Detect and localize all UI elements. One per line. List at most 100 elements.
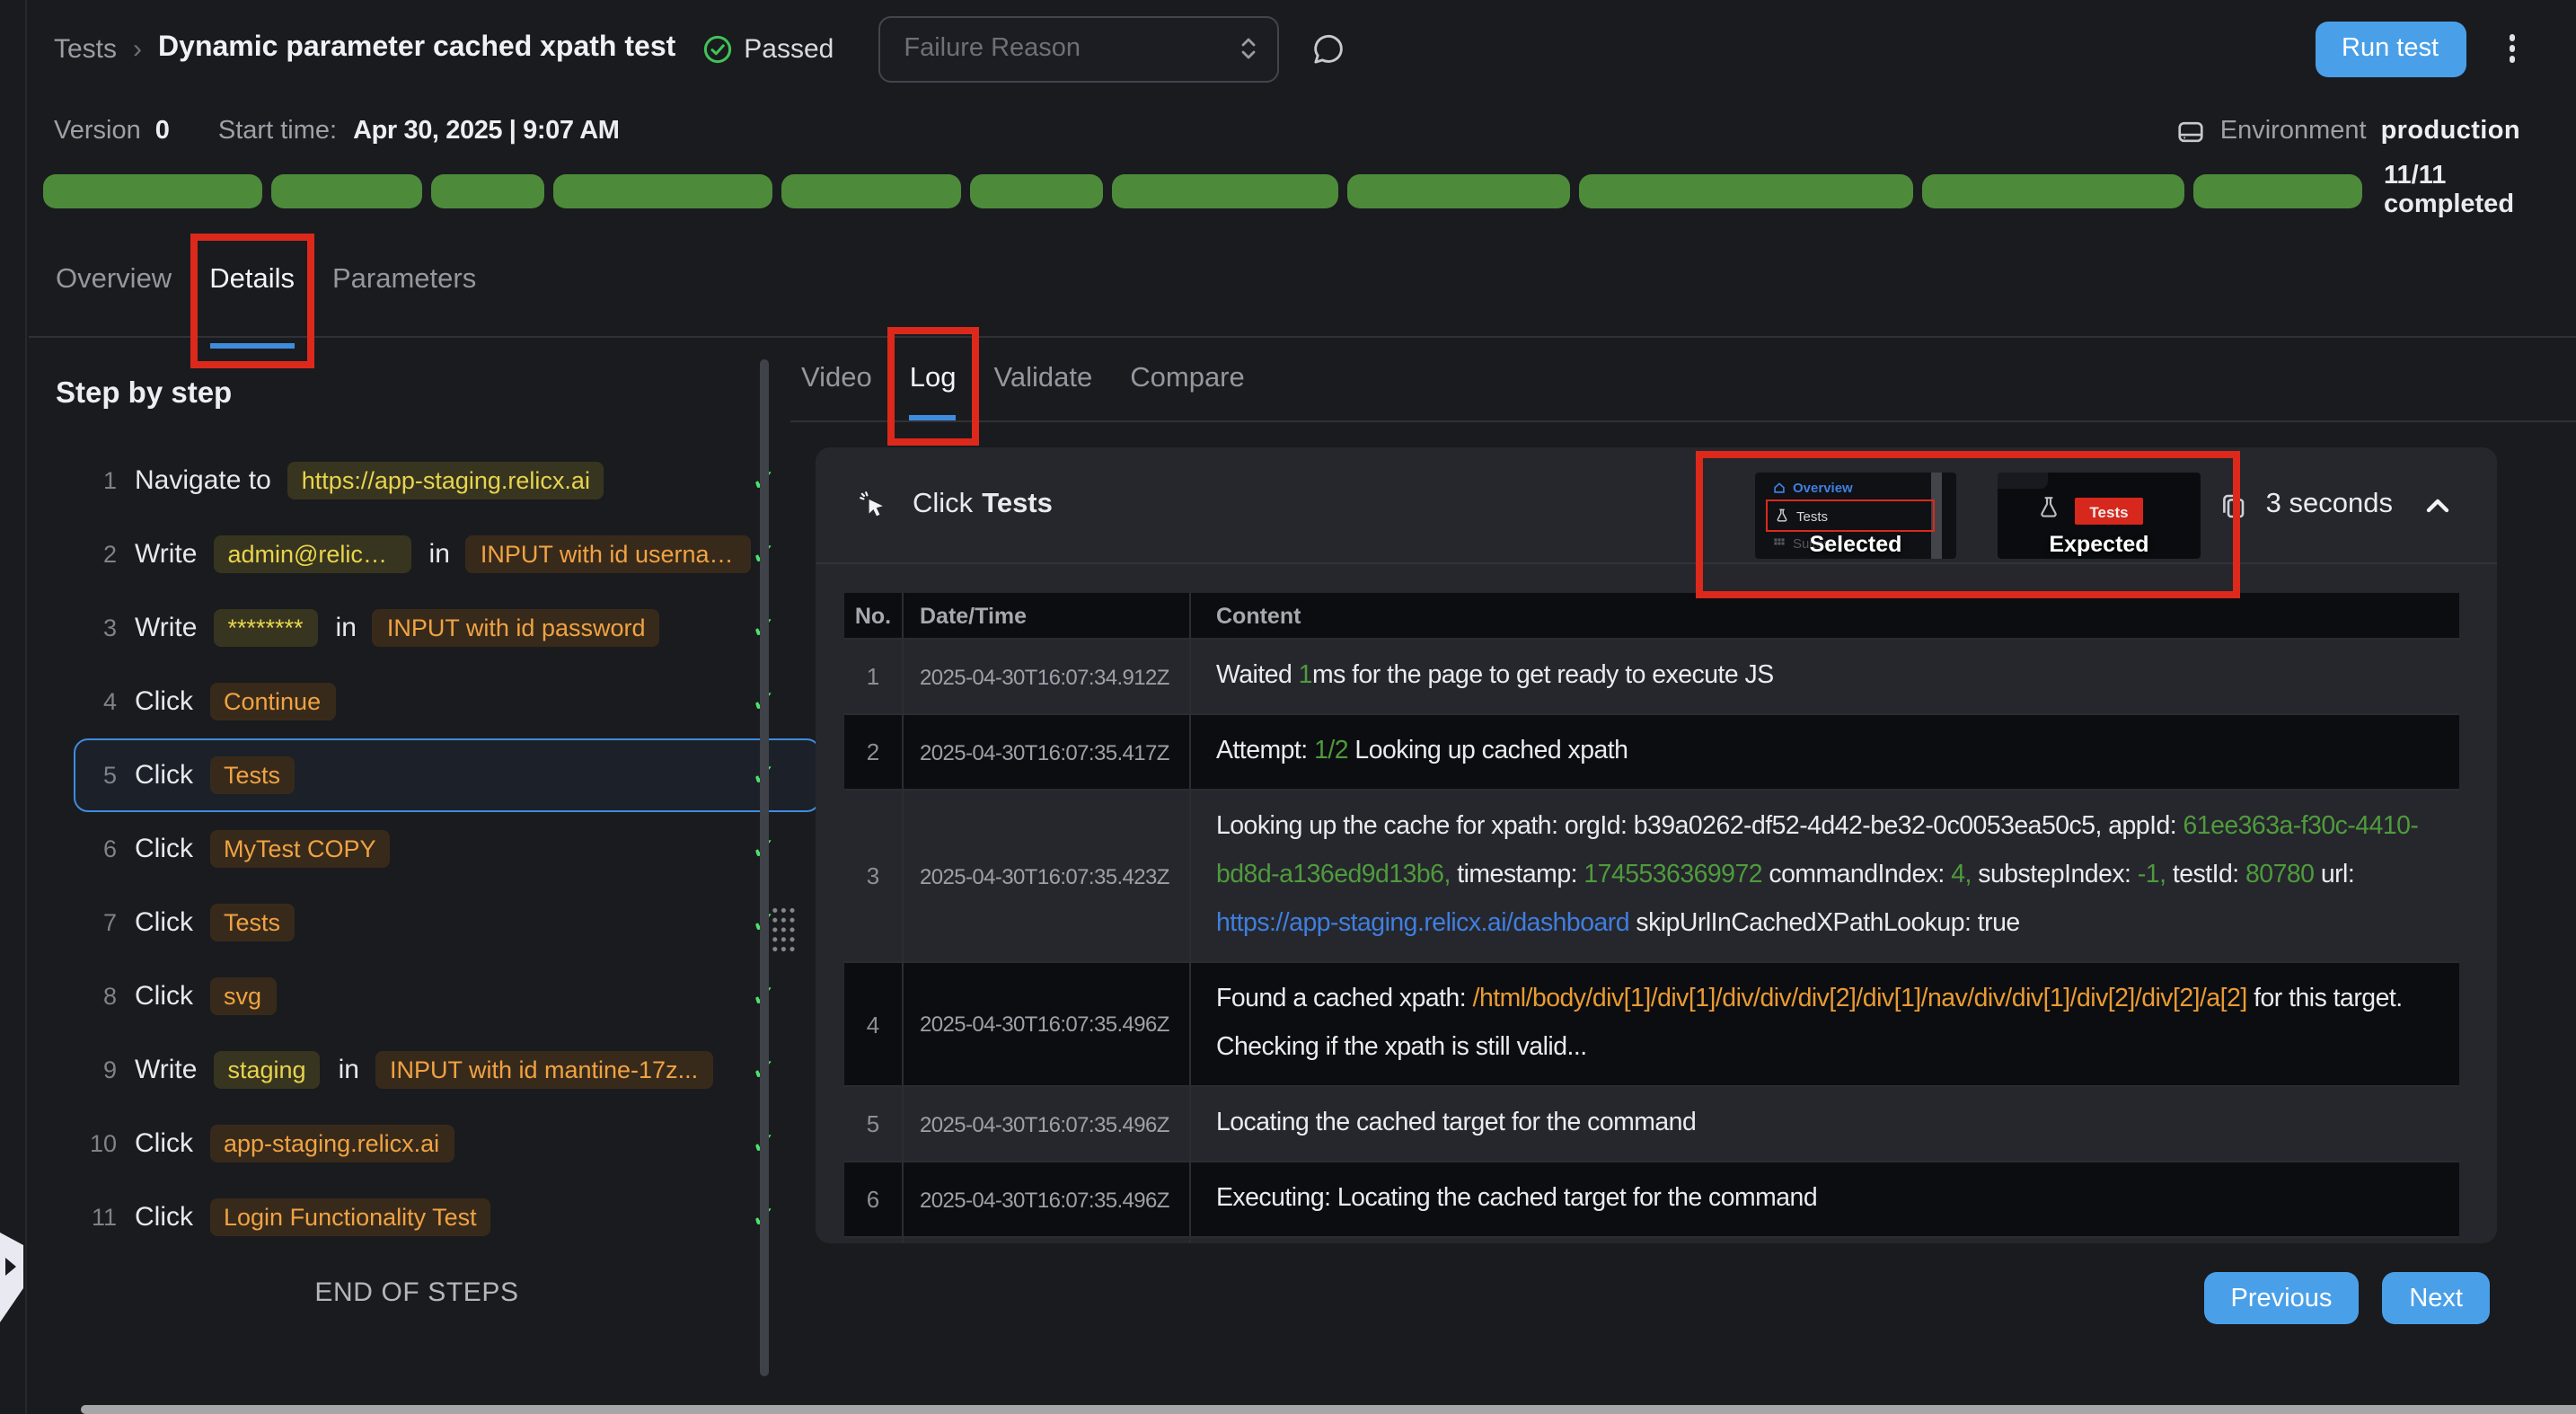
progress-segment-3[interactable] (431, 173, 544, 208)
chevron-up-icon[interactable] (2425, 497, 2450, 513)
step-number: 9 (90, 1056, 117, 1083)
step-item-2[interactable]: 2Writeadmin@relicx.aiinINPUT with id use… (74, 517, 821, 591)
command-target: Tests (982, 489, 1053, 521)
log-row-datetime: 2025-04-30T16:07:35.496Z (902, 963, 1189, 1085)
step-target-chip: INPUT with id password (373, 609, 660, 647)
failure-reason-select[interactable]: Failure Reason (878, 15, 1279, 82)
step-item-11[interactable]: 11ClickLogin Functionality Test✓ (74, 1180, 821, 1254)
log-row-datetime: 2025-04-30T16:07:35.753Z (902, 1238, 1189, 1243)
step-item-4[interactable]: 4ClickContinue✓ (74, 665, 821, 738)
log-row-4: 42025-04-30T16:07:35.496ZFound a cached … (844, 961, 2459, 1085)
mini-sidebar-tests-highlight: Tests (1766, 499, 1935, 532)
step-number: 4 (90, 688, 117, 715)
annotation-box-thumbnails: Overview Tests (1696, 451, 2240, 598)
log-row-1: 12025-04-30T16:07:34.912Z Waited 1ms for … (844, 638, 2459, 713)
log-row-content-text: Waited 1ms for the page to get ready to … (1216, 652, 1774, 701)
log-row-number: 3 (844, 791, 902, 961)
step-action-text: Click (135, 686, 193, 717)
tab-compare[interactable]: Compare (1130, 336, 1245, 420)
step-number: 5 (90, 762, 117, 789)
step-number: 8 (90, 983, 117, 1010)
step-item-5[interactable]: 5ClickTests✓ (74, 738, 821, 812)
previous-button[interactable]: Previous (2204, 1272, 2360, 1324)
expected-screenshot-thumbnail[interactable]: Tests Expected (1998, 473, 2201, 559)
click-cursor-icon (859, 490, 887, 519)
step-number: 6 (90, 835, 117, 862)
caret-right-icon (5, 1258, 16, 1276)
step-item-8[interactable]: 8Clicksvg✓ (74, 959, 821, 1033)
log-row-content: Found a cached xpath: /html/body/div[1]/… (1189, 963, 2459, 1085)
step-target-chip: Tests (209, 756, 295, 794)
progress-segment-7[interactable] (1112, 173, 1338, 208)
version-label: Version (54, 117, 141, 146)
step-item-6[interactable]: 6ClickMyTest COPY✓ (74, 812, 821, 886)
step-target-chip: svg (209, 977, 276, 1015)
log-row-datetime: 2025-04-30T16:07:35.417Z (902, 715, 1189, 789)
progress-segment-4[interactable] (553, 173, 772, 208)
step-number: 2 (90, 541, 117, 568)
column-header-content: Content (1189, 593, 2459, 638)
step-target-chip: app-staging.relicx.ai (209, 1125, 454, 1162)
progress-row: 11/11 completed (43, 172, 2558, 208)
step-action-text: Click (135, 1202, 193, 1233)
column-header-datetime: Date/Time (902, 593, 1189, 638)
tab-label: Details (209, 264, 295, 296)
log-row-number: 4 (844, 963, 902, 1085)
step-item-9[interactable]: 9WritestaginginINPUT with id mantine-17z… (74, 1033, 821, 1107)
log-card-header: Click Tests Overview (816, 447, 2497, 564)
tab-overview[interactable]: Overview (56, 252, 172, 349)
progress-segment-8[interactable] (1347, 173, 1570, 208)
log-table-header: No. Date/Time Content (844, 593, 2459, 638)
log-row-3: 32025-04-30T16:07:35.423ZLooking up the … (844, 789, 2459, 961)
log-row-content-text: Attempt: 1/2 Looking up cached xpath (1216, 728, 1628, 776)
tab-validate[interactable]: Validate (994, 336, 1093, 420)
progress-segment-6[interactable] (970, 173, 1103, 208)
tab-log[interactable]: Log (910, 336, 957, 420)
comment-button[interactable] (1310, 30, 1347, 67)
tab-details[interactable]: Details (209, 252, 295, 349)
steps-heading: Step by step (56, 377, 790, 411)
steps-scrollbar[interactable] (760, 359, 769, 1376)
start-time-label: Start time: (218, 117, 337, 146)
breadcrumb-separator: › (133, 33, 142, 64)
run-test-button[interactable]: Run test (2315, 21, 2466, 76)
step-item-1[interactable]: 1Navigate tohttps://app-staging.relicx.a… (74, 444, 821, 517)
log-table: No. Date/Time Content 12025-04-30T16:07:… (844, 593, 2459, 1243)
tab-parameters[interactable]: Parameters (332, 252, 476, 349)
progress-segment-1[interactable] (43, 173, 262, 208)
step-item-10[interactable]: 10Clickapp-staging.relicx.ai✓ (74, 1107, 821, 1180)
step-item-3[interactable]: 3Write********inINPUT with id password✓ (74, 591, 821, 665)
progress-segment-10[interactable] (1922, 173, 2184, 208)
progress-segment-2[interactable] (271, 173, 422, 208)
horizontal-scrollbar[interactable] (81, 1405, 2576, 1414)
status-text: Passed (744, 33, 834, 64)
progress-segment-11[interactable] (2193, 173, 2362, 208)
step-action-text: Write (135, 613, 197, 643)
log-row-datetime: 2025-04-30T16:07:35.423Z (902, 791, 1189, 961)
log-row-number: 5 (844, 1087, 902, 1161)
log-row-content: Found the object for xpath: /html/body/d… (1189, 1238, 2459, 1243)
tab-label: Compare (1130, 362, 1245, 394)
log-row-datetime: 2025-04-30T16:07:34.912Z (902, 640, 1189, 713)
log-row-content: Executing: Locating the cached target fo… (1189, 1162, 2459, 1236)
log-row-number: 1 (844, 640, 902, 713)
progress-segment-5[interactable] (781, 173, 961, 208)
breadcrumb-tests[interactable]: Tests (54, 33, 117, 64)
progress-segment-9[interactable] (1579, 173, 1913, 208)
step-action-text: Write (135, 539, 197, 570)
step-number: 3 (90, 614, 117, 641)
status-badge: Passed (702, 33, 834, 64)
run-meta-row: Version 0 Start time: Apr 30, 2025 | 9:0… (54, 108, 2520, 155)
tab-video[interactable]: Video (801, 336, 872, 420)
next-button[interactable]: Next (2382, 1272, 2490, 1324)
selected-screenshot-thumbnail[interactable]: Overview Tests (1755, 473, 1956, 559)
kebab-menu-icon[interactable] (2503, 30, 2520, 68)
step-number: 7 (90, 909, 117, 936)
step-value-chip: https://app-staging.relicx.ai (287, 462, 604, 499)
step-item-7[interactable]: 7ClickTests✓ (74, 886, 821, 959)
tab-label: Overview (56, 264, 172, 296)
mini-sidebar-overview: Overview (1773, 480, 1853, 496)
step-value-chip: admin@relicx.ai (213, 535, 410, 573)
log-row-content: Waited 1ms for the page to get ready to … (1189, 640, 2459, 713)
step-target-chip: MyTest COPY (209, 830, 391, 868)
